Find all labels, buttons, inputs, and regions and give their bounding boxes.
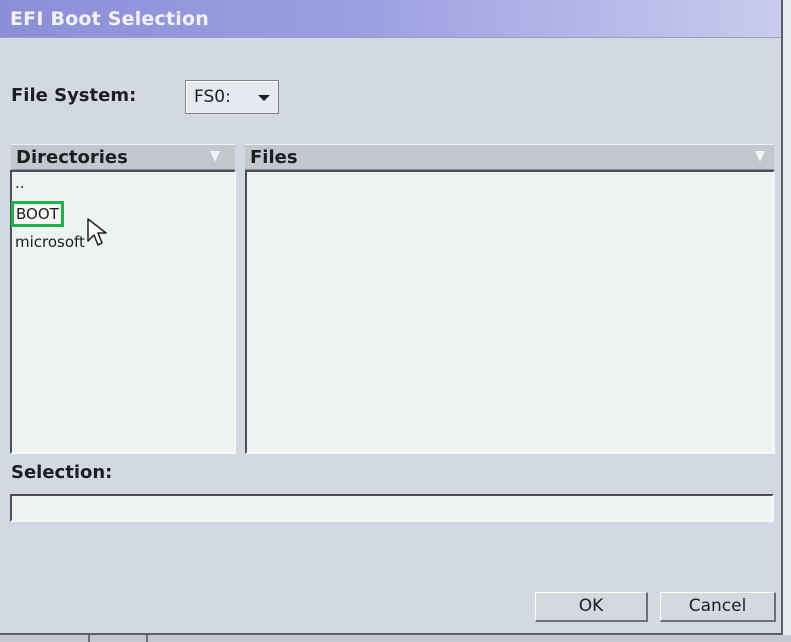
files-header-label: Files	[250, 147, 298, 168]
ok-button[interactable]: OK	[535, 592, 648, 622]
window-title: EFI Boot Selection	[10, 8, 209, 30]
directory-item-boot[interactable]: BOOT	[11, 201, 64, 227]
sort-arrow-icon[interactable]	[210, 151, 220, 162]
cancel-button[interactable]: Cancel	[660, 592, 776, 622]
title-bar[interactable]: EFI Boot Selection	[0, 0, 781, 38]
file-system-dropdown[interactable]: FS0:	[185, 80, 279, 114]
efi-boot-selection-dialog: EFI Boot Selection File System: FS0: Dir…	[0, 0, 783, 635]
sort-arrow-icon[interactable]	[755, 151, 765, 162]
chevron-down-icon	[258, 95, 270, 101]
file-system-label: File System:	[11, 85, 137, 106]
taskbar-edge	[0, 635, 791, 642]
divider	[88, 635, 90, 642]
directories-header[interactable]: Directories	[11, 144, 235, 170]
divider	[146, 635, 148, 642]
files-list[interactable]	[245, 170, 775, 454]
file-system-value: FS0:	[194, 87, 231, 107]
directories-list[interactable]: .. BOOT microsoft	[10, 170, 236, 454]
files-header[interactable]: Files	[245, 144, 774, 170]
directory-item-parent[interactable]: ..	[15, 174, 25, 192]
selection-input[interactable]	[10, 494, 774, 522]
directory-item-microsoft[interactable]: microsoft	[15, 233, 85, 251]
selection-label: Selection:	[11, 462, 113, 483]
directories-header-label: Directories	[16, 147, 128, 168]
mouse-pointer-icon	[87, 218, 107, 246]
background-strip	[783, 0, 791, 642]
